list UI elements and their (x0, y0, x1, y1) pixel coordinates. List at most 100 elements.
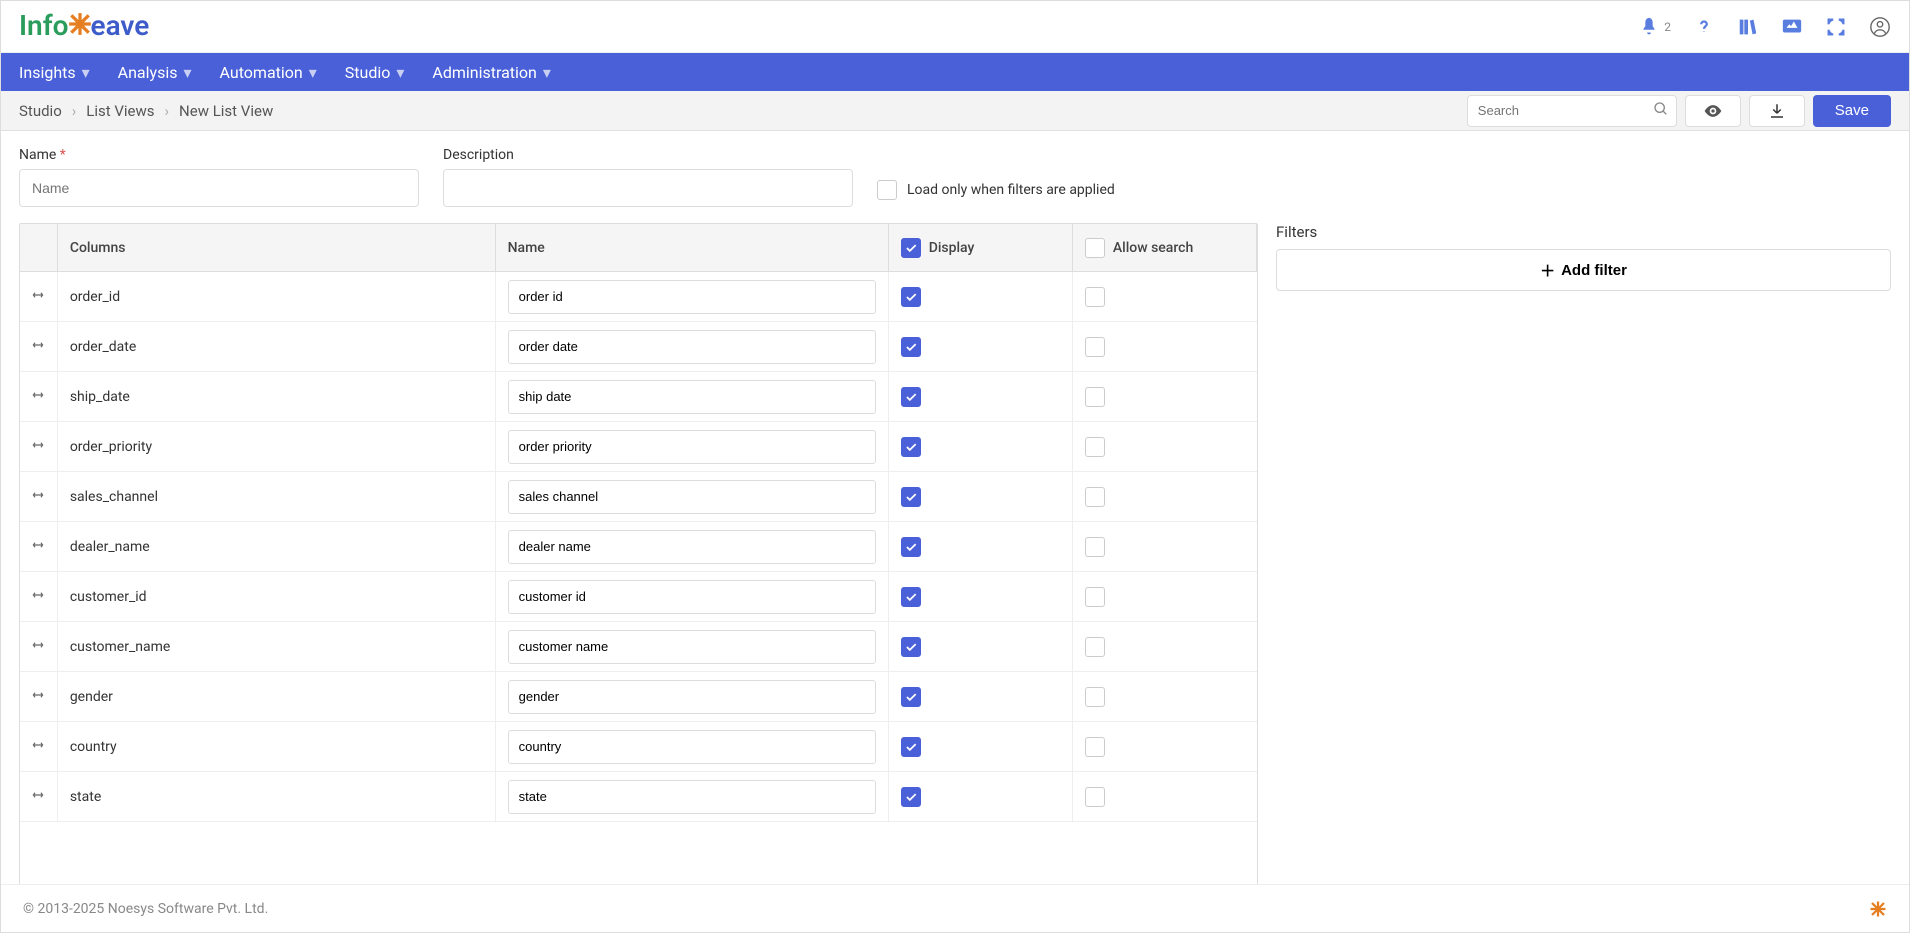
chevron-right-icon: › (72, 102, 77, 120)
display-name-input[interactable] (508, 430, 876, 464)
columns-table: Columns Name Display Allow search order_… (19, 223, 1258, 926)
search-box (1467, 95, 1677, 127)
chevron-down-icon: ▾ (184, 63, 192, 82)
table-body[interactable]: order_id order_date ship_date order_prio… (20, 272, 1257, 925)
eye-icon (1703, 101, 1723, 121)
display-name-input[interactable] (508, 380, 876, 414)
display-checkbox[interactable] (901, 387, 921, 407)
allow-search-checkbox[interactable] (1085, 637, 1105, 657)
help-icon (1693, 16, 1715, 38)
drag-handle-icon[interactable] (31, 338, 45, 356)
display-checkbox[interactable] (901, 637, 921, 657)
display-name-input[interactable] (508, 280, 876, 314)
display-checkbox[interactable] (901, 687, 921, 707)
load-filter-label: Load only when filters are applied (907, 182, 1115, 198)
add-filter-button[interactable]: ＋ Add filter (1276, 249, 1891, 291)
notifications-button[interactable]: 2 (1638, 16, 1671, 38)
allow-search-checkbox[interactable] (1085, 287, 1105, 307)
action-bar: Studio › List Views › New List View Save (1, 91, 1909, 131)
breadcrumb-new-list-view[interactable]: New List View (179, 102, 273, 120)
search-icon[interactable] (1653, 101, 1669, 121)
display-name-input[interactable] (508, 630, 876, 664)
drag-handle-icon[interactable] (31, 438, 45, 456)
display-checkbox[interactable] (901, 487, 921, 507)
allow-search-checkbox[interactable] (1085, 387, 1105, 407)
display-name-input[interactable] (508, 530, 876, 564)
nav-bar: Insights▾ Analysis▾ Automation▾ Studio▾ … (1, 53, 1909, 91)
allow-search-checkbox[interactable] (1085, 437, 1105, 457)
allow-search-checkbox[interactable] (1085, 587, 1105, 607)
allow-search-checkbox[interactable] (1085, 487, 1105, 507)
header-allow-search: Allow search (1113, 240, 1193, 256)
drag-handle-icon[interactable] (31, 788, 45, 806)
description-input[interactable] (443, 169, 853, 207)
column-name-cell: gender (58, 672, 496, 721)
logo-text-weave: eave (91, 9, 150, 42)
nav-analysis[interactable]: Analysis▾ (118, 63, 192, 82)
drag-handle-icon[interactable] (31, 638, 45, 656)
logo[interactable]: Infoeave (19, 9, 149, 44)
allow-search-checkbox[interactable] (1085, 737, 1105, 757)
allow-search-checkbox[interactable] (1085, 687, 1105, 707)
column-name-cell: dealer_name (58, 522, 496, 571)
display-checkbox[interactable] (901, 537, 921, 557)
display-header-checkbox[interactable] (901, 238, 921, 258)
drag-handle-icon[interactable] (31, 388, 45, 406)
display-name-input[interactable] (508, 580, 876, 614)
help-button[interactable] (1693, 16, 1715, 38)
chevron-right-icon: › (165, 102, 170, 120)
display-checkbox[interactable] (901, 787, 921, 807)
table-row: gender (20, 672, 1257, 722)
fullscreen-button[interactable] (1825, 16, 1847, 38)
table-row: ship_date (20, 372, 1257, 422)
display-name-input[interactable] (508, 330, 876, 364)
table-row: dealer_name (20, 522, 1257, 572)
display-checkbox[interactable] (901, 287, 921, 307)
display-name-input[interactable] (508, 730, 876, 764)
breadcrumb-studio[interactable]: Studio (19, 102, 62, 120)
chevron-down-icon: ▾ (543, 63, 551, 82)
table-row: order_id (20, 272, 1257, 322)
display-checkbox[interactable] (901, 737, 921, 757)
column-name-cell: state (58, 772, 496, 821)
name-input[interactable] (19, 169, 419, 207)
save-button[interactable]: Save (1813, 95, 1891, 127)
monitor-button[interactable] (1781, 16, 1803, 38)
nav-studio[interactable]: Studio▾ (345, 63, 405, 82)
allow-search-checkbox[interactable] (1085, 787, 1105, 807)
preview-button[interactable] (1685, 95, 1741, 127)
breadcrumb-list-views[interactable]: List Views (86, 102, 154, 120)
display-checkbox[interactable] (901, 437, 921, 457)
chevron-down-icon: ▾ (309, 63, 317, 82)
display-checkbox[interactable] (901, 337, 921, 357)
drag-handle-icon[interactable] (31, 738, 45, 756)
display-name-input[interactable] (508, 680, 876, 714)
search-input[interactable] (1467, 95, 1677, 127)
nav-automation[interactable]: Automation▾ (220, 63, 317, 82)
column-name-cell: sales_channel (58, 472, 496, 521)
search-header-checkbox[interactable] (1085, 238, 1105, 258)
allow-search-checkbox[interactable] (1085, 337, 1105, 357)
table-row: customer_id (20, 572, 1257, 622)
expand-icon (1825, 16, 1847, 38)
nav-insights[interactable]: Insights▾ (19, 63, 90, 82)
footer-logo-icon (1869, 900, 1887, 918)
display-checkbox[interactable] (901, 587, 921, 607)
column-name-cell: customer_name (58, 622, 496, 671)
display-name-input[interactable] (508, 480, 876, 514)
user-menu-button[interactable] (1869, 16, 1891, 38)
drag-handle-icon[interactable] (31, 288, 45, 306)
load-filter-checkbox[interactable] (877, 180, 897, 200)
download-button[interactable] (1749, 95, 1805, 127)
display-name-input[interactable] (508, 780, 876, 814)
nav-administration[interactable]: Administration▾ (432, 63, 551, 82)
allow-search-checkbox[interactable] (1085, 537, 1105, 557)
drag-handle-icon[interactable] (31, 588, 45, 606)
drag-handle-icon[interactable] (31, 688, 45, 706)
drag-handle-icon[interactable] (31, 488, 45, 506)
table-row: customer_name (20, 622, 1257, 672)
column-name-cell: ship_date (58, 372, 496, 421)
library-button[interactable] (1737, 16, 1759, 38)
drag-handle-icon[interactable] (31, 538, 45, 556)
table-row: state (20, 772, 1257, 822)
